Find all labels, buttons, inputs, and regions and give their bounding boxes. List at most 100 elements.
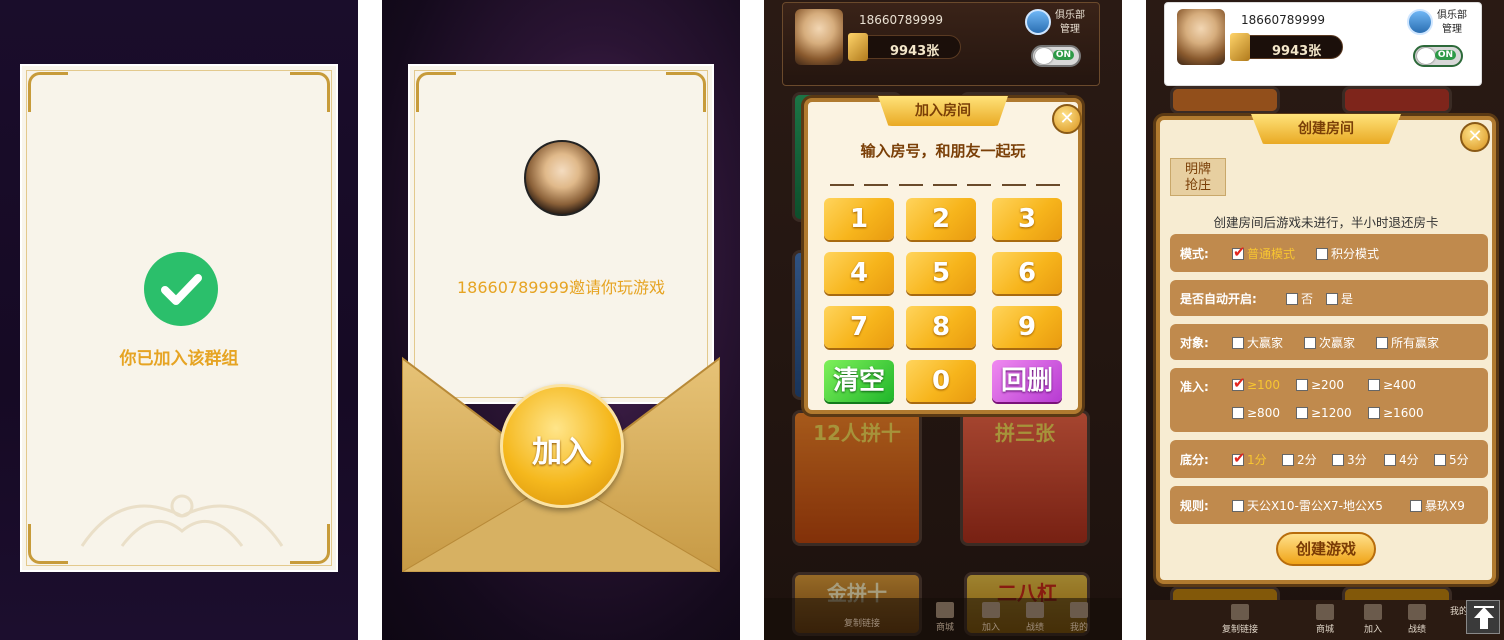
user-header: 18660789999 9943张 俱乐部 管理 ON [782, 2, 1100, 86]
nav-label: 商城 [1316, 625, 1335, 635]
avatar[interactable] [1177, 9, 1225, 65]
club-house-icon[interactable] [1025, 9, 1051, 35]
target-label: 对象: [1180, 336, 1209, 350]
key-6[interactable]: 6 [992, 252, 1062, 294]
tab-label: 明牌 [1184, 162, 1211, 177]
joined-message: 你已加入该群组 [119, 349, 239, 369]
screen-invite: 18660789999邀请你玩游戏 加入 [382, 0, 740, 640]
key-5[interactable]: 5 [906, 252, 976, 294]
sound-toggle[interactable]: ON [1031, 45, 1081, 67]
club-manage-link[interactable]: 俱乐部 管理 [1433, 9, 1471, 37]
base-5-option[interactable]: 5分 [1434, 451, 1469, 468]
screen-join-room: 18660789999 9943张 俱乐部 管理 ON 12人拼十 拼三张 金拼… [764, 0, 1122, 640]
user-header: 18660789999 9943张 俱乐部 管理 ON [1164, 2, 1482, 86]
close-icon[interactable]: ✕ [1052, 104, 1082, 134]
arrow-up-icon [1474, 606, 1494, 629]
game-tile-sanzhang[interactable]: 拼三张 [960, 410, 1090, 546]
key-9[interactable]: 9 [992, 306, 1062, 348]
avatar[interactable] [795, 9, 843, 65]
tab-mingpai-qiangzhuang[interactable]: 明牌 抢庄 [1170, 158, 1226, 196]
nav-label: 商城 [936, 623, 955, 633]
mode-row: 模式: 普通模式 积分模式 [1170, 234, 1488, 272]
nav-copy-link[interactable]: 复制链接 [844, 616, 880, 629]
base-2-option[interactable]: 2分 [1282, 451, 1317, 468]
target-second-option[interactable]: 次赢家 [1304, 334, 1355, 351]
modal-title: 创建房间 [1251, 114, 1401, 144]
key-4[interactable]: 4 [824, 252, 894, 294]
entry-1600-option[interactable]: ≥1600 [1368, 406, 1424, 420]
option-label: 1分 [1247, 453, 1267, 467]
entry-100-option[interactable]: ≥100 [1232, 374, 1280, 392]
entry-row: 准入: ≥100 ≥200 ≥400 ≥800 ≥1200 ≥1600 [1170, 368, 1488, 432]
base-1-option[interactable]: 1分 [1232, 449, 1267, 468]
bottom-nav: 复制链接 商城 加入 战绩 我的 [1146, 600, 1504, 640]
nav-mall[interactable]: 商城 [1316, 604, 1334, 635]
key-7[interactable]: 7 [824, 306, 894, 348]
target-winner-option[interactable]: 大赢家 [1232, 334, 1283, 351]
join-room-modal: 加入房间 ✕ 输入房号，和朋友一起玩 1 2 3 4 5 6 7 8 9 清空 … [804, 96, 1082, 414]
nav-join[interactable]: 加入 [982, 602, 1000, 633]
key-3[interactable]: 3 [992, 198, 1062, 240]
rule-multiplier-option[interactable]: 天公X10-雷公X7-地公X5 [1232, 497, 1383, 514]
option-label: 5分 [1449, 453, 1469, 467]
entry-200-option[interactable]: ≥200 [1296, 378, 1344, 392]
nav-records[interactable]: 战绩 [1408, 604, 1426, 635]
invite-text: 18660789999邀请你玩游戏 [457, 278, 665, 297]
rules-row: 规则: 天公X10-雷公X7-地公X5 暴玖X9 [1170, 486, 1488, 524]
clear-button[interactable]: 清空 [824, 360, 894, 402]
option-label: 否 [1301, 292, 1314, 306]
corner-ornament [290, 72, 330, 112]
entry-1200-option[interactable]: ≥1200 [1296, 406, 1352, 420]
nav-mine[interactable]: 我的 [1070, 602, 1088, 633]
nav-join[interactable]: 加入 [1364, 604, 1382, 635]
share-icon [1231, 604, 1249, 620]
base-3-option[interactable]: 3分 [1332, 451, 1367, 468]
base-4-option[interactable]: 4分 [1384, 451, 1419, 468]
tab-label: 抢庄 [1184, 178, 1211, 193]
avatar [524, 140, 600, 216]
game-tile-niuniu[interactable]: 12人拼十 [792, 410, 922, 546]
mode-normal-option[interactable]: 普通模式 [1232, 243, 1295, 262]
rule-baojiu-option[interactable]: 暴玖X9 [1410, 497, 1465, 514]
sound-toggle[interactable]: ON [1413, 45, 1463, 67]
entry-400-option[interactable]: ≥400 [1368, 378, 1416, 392]
room-card-balance: 9943张 [848, 33, 961, 61]
key-1[interactable]: 1 [824, 198, 894, 240]
modal-title: 加入房间 [878, 96, 1008, 126]
club-house-icon[interactable] [1407, 9, 1433, 35]
scroll-top-button[interactable] [1466, 600, 1500, 634]
key-8[interactable]: 8 [906, 306, 976, 348]
room-card-icon [848, 33, 868, 61]
success-check-icon [144, 252, 218, 326]
nav-label: 加入 [1364, 625, 1383, 635]
trophy-icon [1408, 604, 1426, 620]
nav-label: 我的 [1070, 623, 1089, 633]
close-icon[interactable]: ✕ [1460, 122, 1490, 152]
key-0[interactable]: 0 [906, 360, 976, 402]
nav-copy-link[interactable]: 复制链接 [1222, 604, 1258, 635]
entry-label: 准入: [1180, 380, 1209, 394]
game-tile[interactable] [1342, 86, 1452, 114]
create-game-button[interactable]: 创建游戏 [1276, 532, 1376, 566]
manage-label: 管理 [1442, 24, 1462, 35]
toggle-on-label: ON [1434, 50, 1456, 60]
bottom-nav: 复制链接 商城 加入 战绩 我的 [764, 598, 1122, 640]
join-button[interactable]: 加入 [500, 384, 624, 508]
auto-start-yes-option[interactable]: 是 [1326, 290, 1353, 307]
game-tile[interactable] [1170, 86, 1280, 114]
auto-start-no-option[interactable]: 否 [1286, 290, 1313, 307]
target-all-option[interactable]: 所有赢家 [1376, 334, 1439, 351]
option-label: ≥400 [1383, 378, 1416, 392]
nav-records[interactable]: 战绩 [1026, 602, 1044, 633]
option-label: 暴玖X9 [1425, 499, 1465, 513]
users-icon [982, 602, 1000, 618]
user-icon [1070, 602, 1088, 618]
backspace-button[interactable]: 回删 [992, 360, 1062, 402]
club-manage-link[interactable]: 俱乐部 管理 [1051, 9, 1089, 37]
screen-joined-group: 你已加入该群组 [0, 0, 358, 640]
entry-800-option[interactable]: ≥800 [1232, 406, 1280, 420]
key-2[interactable]: 2 [906, 198, 976, 240]
mode-points-option[interactable]: 积分模式 [1316, 245, 1379, 262]
nav-mall[interactable]: 商城 [936, 602, 954, 633]
option-label: ≥200 [1311, 378, 1344, 392]
